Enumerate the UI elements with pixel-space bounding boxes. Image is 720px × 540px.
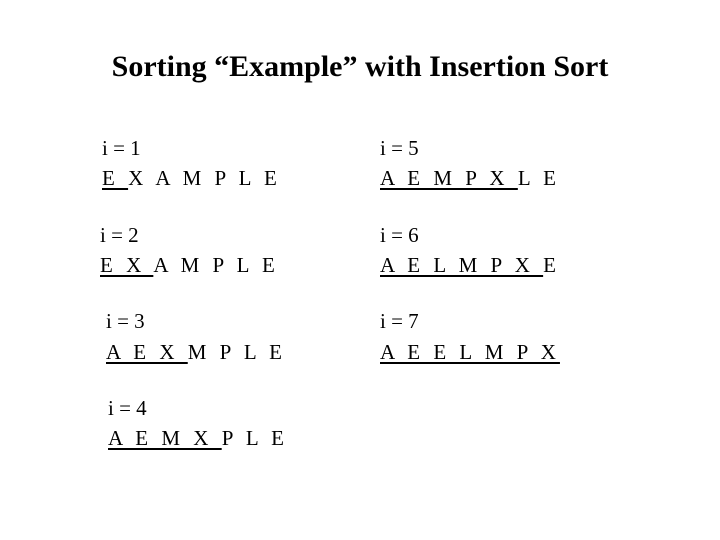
sorted-portion: A E L M P X — [380, 253, 543, 277]
left-column: i = 1 E X A M P L E i = 2 E X A M P L E … — [100, 134, 340, 453]
unsorted-portion: A M P L E — [153, 253, 278, 277]
step-letters: A E M X P L E — [108, 426, 288, 450]
step-7: i = 7 A E E L M P X — [380, 307, 620, 366]
step-letters: A E L M P X E — [380, 253, 560, 277]
step-1: i = 1 E X A M P L E — [102, 134, 340, 193]
page-title: Sorting “Example” with Insertion Sort — [50, 50, 670, 84]
step-letters: A E E L M P X — [380, 340, 560, 364]
sorted-portion: E — [102, 166, 128, 190]
content-columns: i = 1 E X A M P L E i = 2 E X A M P L E … — [50, 134, 670, 453]
unsorted-portion: L E — [518, 166, 560, 190]
step-index: i = 4 — [108, 394, 340, 422]
step-index: i = 5 — [380, 134, 620, 162]
sorted-portion: A E E L M P X — [380, 340, 560, 364]
sorted-portion: A E M X — [108, 426, 222, 450]
step-2: i = 2 E X A M P L E — [100, 221, 340, 280]
unsorted-portion: E — [543, 253, 560, 277]
unsorted-portion: P L E — [222, 426, 288, 450]
sorted-portion: A E X — [106, 340, 188, 364]
step-letters: E X A M P L E — [100, 253, 279, 277]
unsorted-portion: M P L E — [188, 340, 286, 364]
step-index: i = 1 — [102, 134, 340, 162]
sorted-portion: A E M P X — [380, 166, 518, 190]
unsorted-portion: X A M P L E — [128, 166, 281, 190]
sorted-portion: E X — [100, 253, 153, 277]
step-6: i = 6 A E L M P X E — [380, 221, 620, 280]
step-index: i = 3 — [106, 307, 340, 335]
step-4: i = 4 A E M X P L E — [108, 394, 340, 453]
step-letters: A E X M P L E — [106, 340, 286, 364]
step-5: i = 5 A E M P X L E — [380, 134, 620, 193]
step-3: i = 3 A E X M P L E — [106, 307, 340, 366]
step-index: i = 7 — [380, 307, 620, 335]
step-index: i = 6 — [380, 221, 620, 249]
step-letters: E X A M P L E — [102, 166, 281, 190]
step-index: i = 2 — [100, 221, 340, 249]
step-letters: A E M P X L E — [380, 166, 560, 190]
right-column: i = 5 A E M P X L E i = 6 A E L M P X E … — [380, 134, 620, 453]
